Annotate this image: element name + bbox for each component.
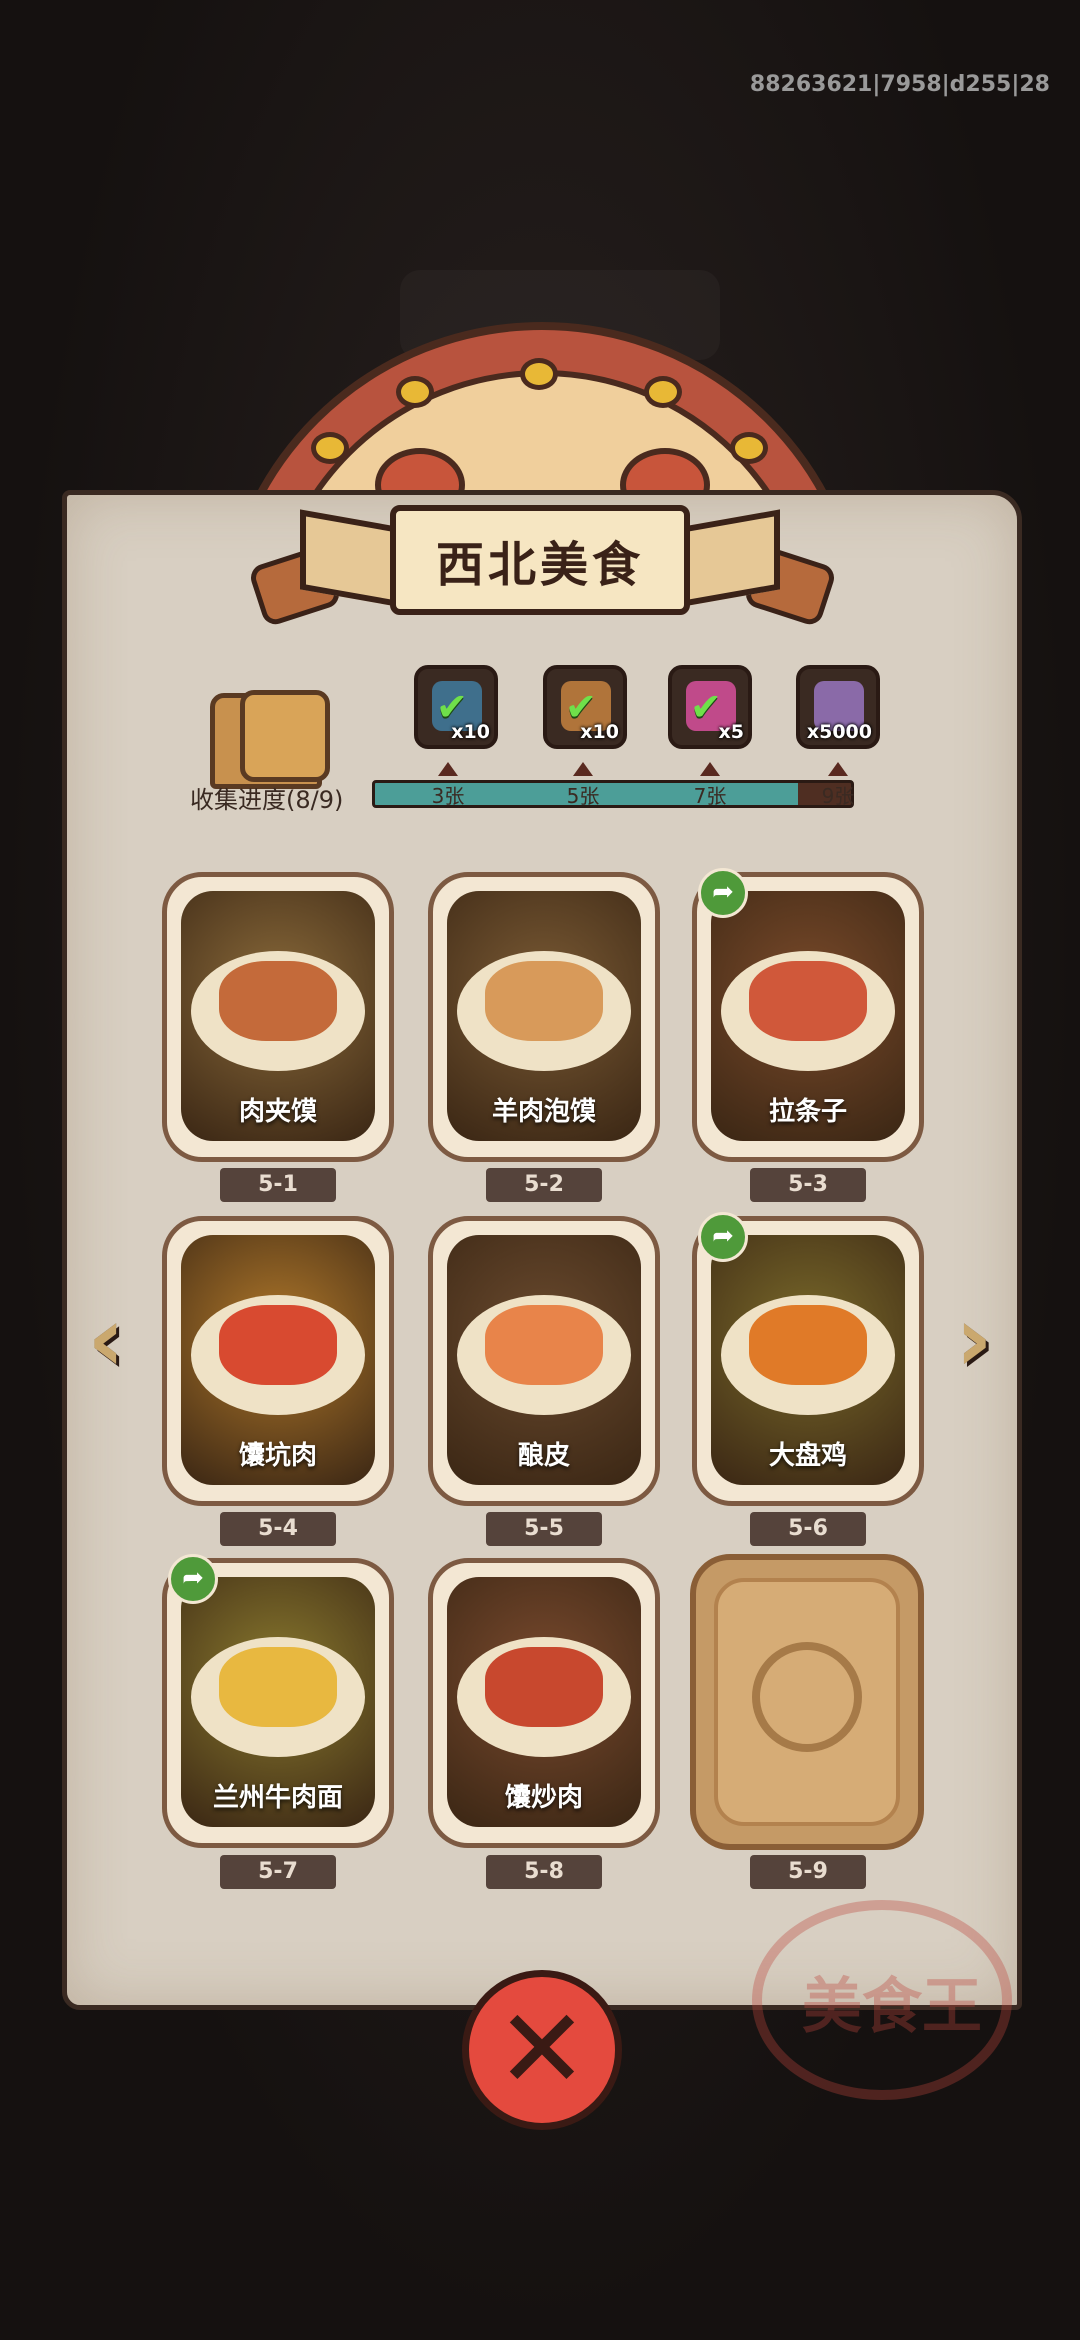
dish-id-badge: 5-8 (486, 1855, 602, 1889)
dish-image: 大盘鸡 (711, 1235, 905, 1485)
claimed-check-icon: ✔ (690, 685, 722, 729)
next-page-button[interactable]: › (938, 1285, 1010, 1395)
reward-quantity: x10 (580, 721, 619, 743)
dish-card[interactable]: 馕炒肉 (428, 1558, 660, 1848)
reward-quantity: x5 (718, 721, 744, 743)
milestone-marker (438, 762, 458, 776)
close-button[interactable]: ✕ (462, 1970, 622, 2130)
milestone-marker (573, 762, 593, 776)
title-ribbon: 西北美食 (390, 505, 690, 615)
share-icon[interactable]: ➦ (168, 1554, 218, 1604)
reward-quantity: x5000 (806, 721, 872, 743)
food-icon (219, 961, 337, 1041)
share-icon[interactable]: ➦ (698, 1212, 748, 1262)
food-icon (749, 1305, 867, 1385)
milestone-reward[interactable]: ✔ x10 (543, 665, 627, 749)
milestone-reward[interactable]: x5000 (796, 665, 880, 749)
dish-id-badge: 5-7 (220, 1855, 336, 1889)
dish-id-badge: 5-1 (220, 1168, 336, 1202)
dish-name: 兰州牛肉面 (212, 1783, 343, 1813)
reward-quantity: x10 (451, 721, 490, 743)
dish-image: 兰州牛肉面 (181, 1577, 375, 1827)
dish-card[interactable]: 酿皮 (428, 1216, 660, 1506)
plate-bead (311, 432, 349, 464)
milestone-label: 3张 (431, 784, 465, 808)
food-icon (749, 961, 867, 1041)
dish-name: 馕炒肉 (504, 1783, 583, 1813)
dish-id-badge: 5-3 (750, 1168, 866, 1202)
dish-image: 羊肉泡馍 (447, 891, 641, 1141)
dish-image: 肉夹馍 (181, 891, 375, 1141)
dish-id-badge: 5-6 (750, 1512, 866, 1546)
dish-image: 馕炒肉 (447, 1577, 641, 1827)
dish-name: 拉条子 (768, 1097, 847, 1127)
milestone-marker (700, 762, 720, 776)
milestone-reward[interactable]: ✔ x10 (414, 665, 498, 749)
prev-page-button[interactable]: ‹ (70, 1285, 142, 1395)
locked-card[interactable] (690, 1554, 924, 1850)
dish-image: 拉条子 (711, 891, 905, 1141)
locked-face-icon (752, 1642, 862, 1752)
dish-id-badge: 5-4 (220, 1512, 336, 1546)
stamp-seal: 美食王 (752, 1900, 1012, 2100)
plate-bead (644, 376, 682, 408)
milestone-marker (828, 762, 848, 776)
dish-image: 馕坑肉 (181, 1235, 375, 1485)
plate-bead (730, 432, 768, 464)
dish-name: 酿皮 (517, 1441, 570, 1471)
milestone-label: 7张 (693, 784, 727, 808)
dish-name: 羊肉泡馍 (491, 1097, 596, 1127)
dish-id-badge: 5-2 (486, 1168, 602, 1202)
dish-name: 大盘鸡 (768, 1441, 847, 1471)
dish-id-badge: 5-9 (750, 1855, 866, 1889)
progress-label: 收集进度(8/9) (190, 786, 344, 814)
food-icon (219, 1305, 337, 1385)
share-icon[interactable]: ➦ (698, 868, 748, 918)
milestone-label: 9张 (821, 784, 855, 808)
dish-card[interactable]: 羊肉泡馍 (428, 872, 660, 1162)
dish-card[interactable]: 肉夹馍 (162, 872, 394, 1162)
food-icon (219, 1647, 337, 1727)
food-icon (485, 1647, 603, 1727)
dish-name: 肉夹馍 (238, 1097, 317, 1127)
dish-name: 馕坑肉 (238, 1441, 317, 1471)
album-icon-front (240, 690, 330, 782)
plate-bead (520, 358, 558, 390)
milestone-reward[interactable]: ✔ x5 (668, 665, 752, 749)
debug-info: 88263621|7958|d255|28 (749, 72, 1050, 97)
dish-card[interactable]: 馕坑肉 (162, 1216, 394, 1506)
milestone-label: 5张 (566, 784, 600, 808)
food-icon (485, 1305, 603, 1385)
dish-id-badge: 5-5 (486, 1512, 602, 1546)
plate-bead (396, 376, 434, 408)
page-title: 西北美食 (435, 537, 644, 593)
food-icon (485, 961, 603, 1041)
dish-image: 酿皮 (447, 1235, 641, 1485)
